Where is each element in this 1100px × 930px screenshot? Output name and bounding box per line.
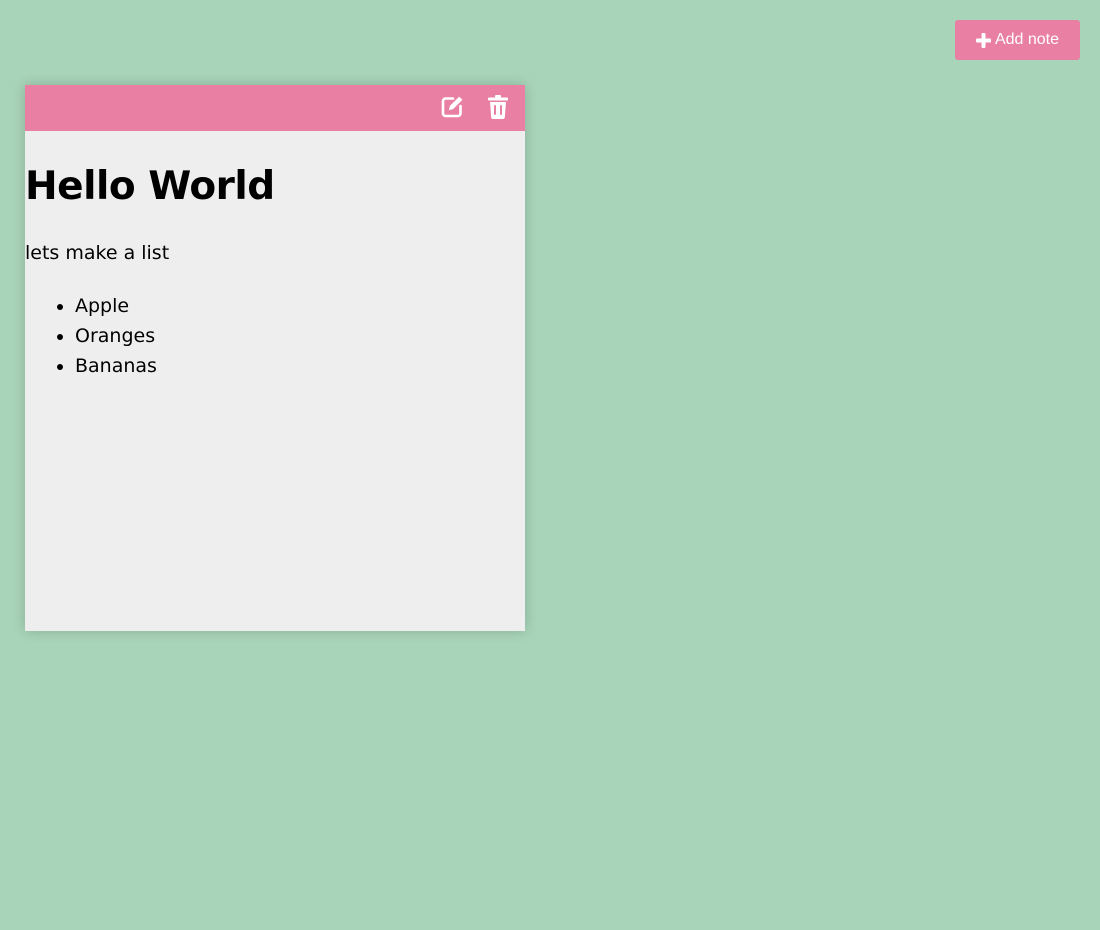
plus-icon [975,32,991,48]
note-title: Hello World [25,164,275,209]
note-content: Hello World lets make a list Apple Orang… [25,131,525,381]
note-card: Hello World lets make a list Apple Orang… [25,85,525,631]
list-item: Oranges [75,321,525,351]
edit-note-button[interactable] [440,96,464,120]
add-note-label: Add note [994,31,1060,48]
note-toolbar [25,85,525,131]
trash-icon [488,94,508,122]
edit-icon [440,95,464,122]
note-text: lets make a list [25,242,170,264]
list-item: Bananas [75,351,525,381]
add-note-button[interactable]: Add note [955,20,1080,60]
list-item: Apple [75,291,525,321]
delete-note-button[interactable] [486,94,510,122]
note-list: Apple Oranges Bananas [25,291,525,381]
